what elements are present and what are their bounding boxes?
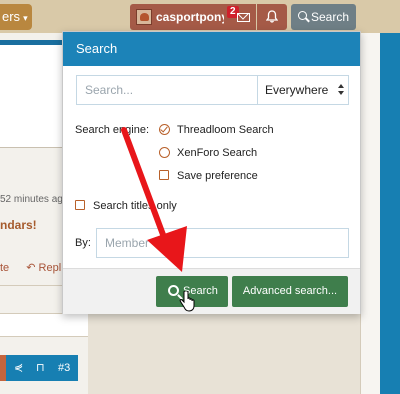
engine-option-label: XenForo Search	[177, 147, 258, 159]
member-input[interactable]	[96, 228, 349, 258]
post-actions: te ↶ Repl	[0, 261, 61, 274]
site-header: ers ▾ casportpony 2 Search	[0, 0, 400, 33]
search-scope-select[interactable]: Everywhere	[257, 75, 349, 105]
checkbox-icon	[159, 170, 169, 180]
envelope-icon	[237, 13, 250, 22]
select-arrows-icon	[338, 82, 344, 98]
reply-link[interactable]: ↶ Repl	[26, 262, 61, 274]
save-preference-checkbox[interactable]: Save preference	[159, 170, 258, 183]
search-menu: Search Everywhere Search engine: Threadl…	[62, 31, 361, 314]
account-button[interactable]: casportpony	[130, 4, 228, 30]
side-blue-bar	[380, 33, 400, 394]
search-engine-label: Search engine:	[75, 124, 149, 136]
header-search-button[interactable]: Search	[291, 4, 356, 30]
post-action-link[interactable]: te	[0, 262, 9, 274]
bookmark-icon[interactable]: ⊓	[36, 355, 45, 381]
save-preference-label: Save preference	[177, 170, 258, 182]
engine-option-threadloom[interactable]: Threadloom Search	[159, 124, 274, 137]
engine-option-xenforo[interactable]: XenForo Search	[159, 147, 257, 160]
reply-label: Repl	[38, 262, 62, 274]
advanced-search-button[interactable]: Advanced search...	[232, 276, 348, 307]
titles-only-checkbox[interactable]: Search titles only	[75, 200, 177, 213]
search-scope-value: Everywhere	[265, 83, 329, 97]
share-icon[interactable]: ⋞	[14, 355, 23, 381]
radio-icon	[159, 147, 170, 158]
chevron-down-icon: ▾	[23, 13, 28, 23]
post-toolbar: ⋞ ⊓ #3	[0, 355, 78, 381]
search-icon	[168, 285, 179, 296]
search-icon	[298, 11, 307, 20]
toolbar-accent	[0, 355, 6, 381]
thread-title-link[interactable]: ndars!	[0, 218, 37, 232]
hand-cursor-icon	[179, 291, 195, 312]
advanced-search-label: Advanced search...	[242, 285, 338, 297]
content-card	[0, 40, 66, 148]
post-time: 52 minutes ag	[0, 194, 63, 205]
by-member-label: By:	[75, 237, 91, 249]
content-box	[0, 313, 88, 337]
alerts-button[interactable]	[257, 4, 287, 30]
checkbox-icon	[75, 200, 85, 210]
engine-option-label: Threadloom Search	[177, 124, 274, 136]
bell-icon	[265, 10, 279, 23]
avatar	[136, 9, 152, 25]
inbox-button[interactable]: 2	[224, 4, 256, 30]
search-menu-footer: Search Advanced search...	[63, 268, 360, 314]
search-keywords-input[interactable]	[76, 75, 258, 105]
nav-menu-button[interactable]: ers ▾	[0, 4, 32, 30]
post-number[interactable]: #3	[58, 355, 70, 381]
header-search-label: Search	[311, 10, 350, 24]
nav-menu-label: ers	[2, 9, 21, 24]
search-menu-title: Search	[63, 32, 360, 66]
titles-only-label: Search titles only	[93, 200, 177, 212]
radio-checked-icon	[159, 124, 170, 135]
card-stripe	[0, 40, 66, 45]
username-label: casportpony	[156, 10, 229, 24]
